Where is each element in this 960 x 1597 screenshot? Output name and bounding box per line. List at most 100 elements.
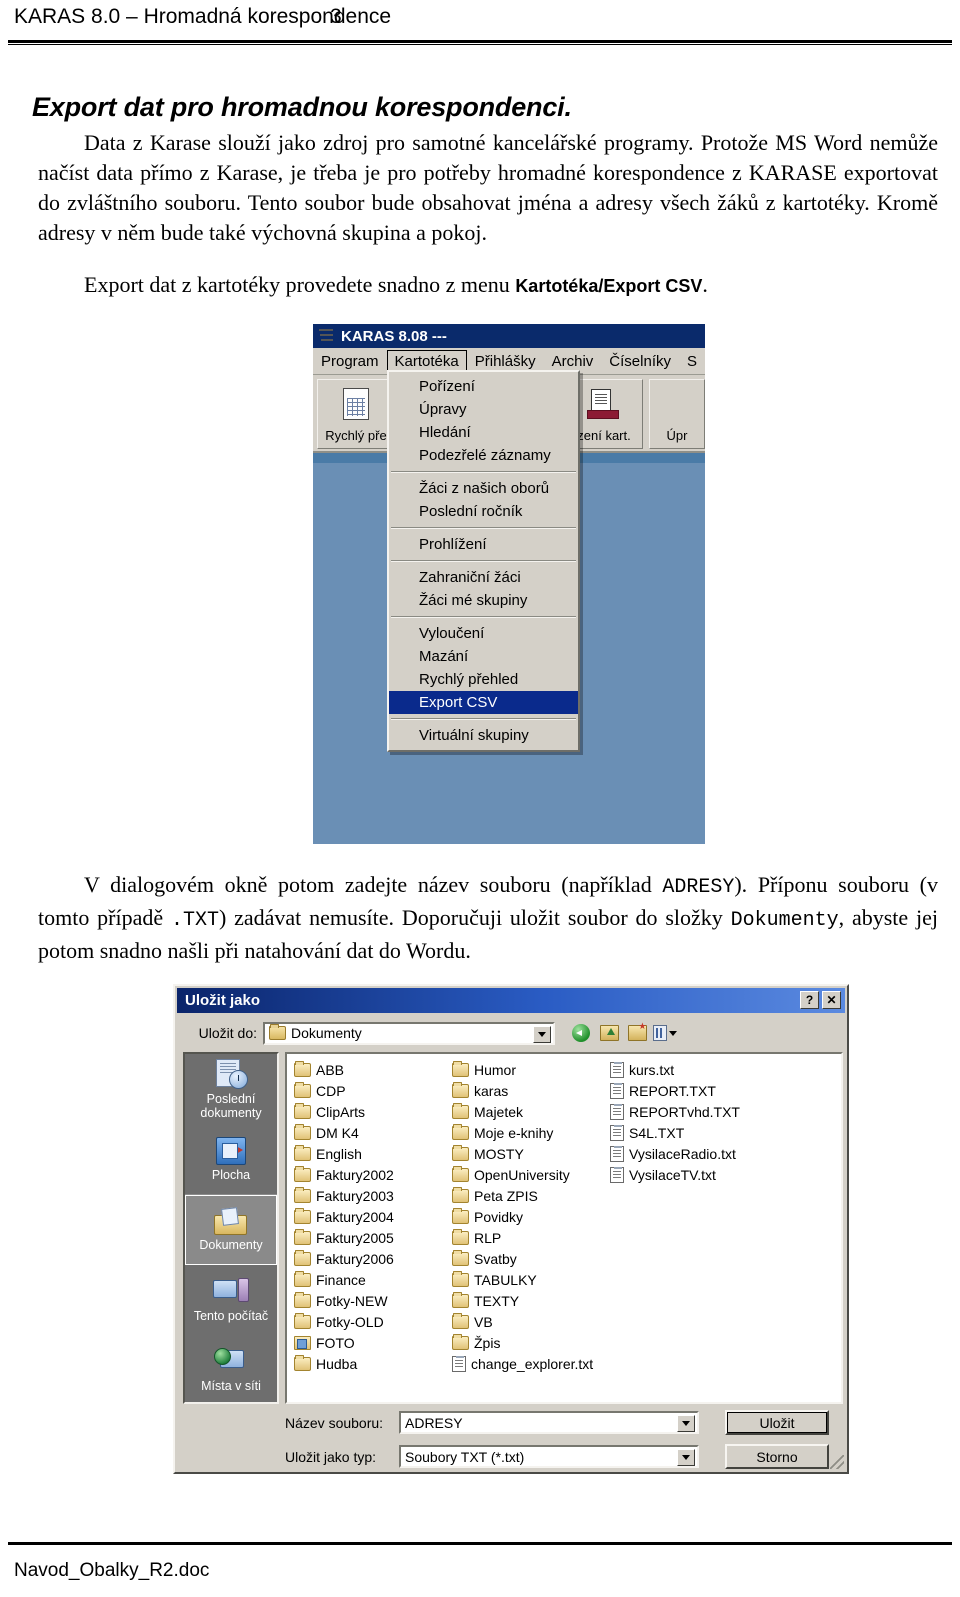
list-item-label: VB: [474, 1313, 493, 1330]
file-list[interactable]: ABB CDP ClipArts DM K4 English Faktury20…: [285, 1052, 843, 1404]
list-item[interactable]: ABB: [290, 1059, 448, 1080]
list-item[interactable]: change_explorer.txt: [448, 1353, 606, 1374]
filetype-select[interactable]: Soubory TXT (*.txt): [399, 1445, 699, 1468]
list-item[interactable]: Faktury2003: [290, 1185, 448, 1206]
dropdown-separator: [391, 616, 576, 618]
list-item-label: Faktury2002: [316, 1166, 394, 1183]
list-item[interactable]: S4L.TXT: [606, 1122, 806, 1143]
folder-icon: [452, 1186, 469, 1203]
desktop-icon: [216, 1136, 246, 1165]
list-item[interactable]: TEXTY: [448, 1290, 606, 1311]
list-item[interactable]: Povidky: [448, 1206, 606, 1227]
list-item[interactable]: Faktury2002: [290, 1164, 448, 1185]
dropdown-item-upravy[interactable]: Úpravy: [389, 398, 578, 421]
close-icon[interactable]: ✕: [822, 991, 841, 1009]
dropdown-item-hledani[interactable]: Hledání: [389, 421, 578, 444]
list-item[interactable]: VysilaceRadio.txt: [606, 1143, 806, 1164]
folder-icon: [294, 1207, 311, 1224]
chevron-down-icon[interactable]: [533, 1025, 551, 1043]
list-item[interactable]: Fotky-NEW: [290, 1290, 448, 1311]
list-item[interactable]: Hudba: [290, 1353, 448, 1374]
place-my-documents[interactable]: Dokumenty: [185, 1195, 277, 1265]
list-item[interactable]: Svatby: [448, 1248, 606, 1269]
list-item[interactable]: FOTO: [290, 1332, 448, 1353]
list-item[interactable]: MOSTY: [448, 1143, 606, 1164]
list-item-label: FOTO: [316, 1334, 355, 1351]
list-item[interactable]: Moje e-knihy: [448, 1122, 606, 1143]
printer-icon: [587, 389, 621, 419]
list-item[interactable]: Humor: [448, 1059, 606, 1080]
help-icon[interactable]: ?: [800, 991, 819, 1009]
place-network[interactable]: Místa v síti: [185, 1335, 277, 1405]
chevron-down-icon[interactable]: [677, 1415, 695, 1432]
text-file-icon: [610, 1061, 624, 1078]
toolbar-button-upravy[interactable]: Úpr: [649, 379, 705, 449]
menu-item-program[interactable]: Program: [313, 350, 387, 373]
list-item[interactable]: Faktury2005: [290, 1227, 448, 1248]
list-item[interactable]: REPORTvhd.TXT: [606, 1101, 806, 1122]
dropdown-item-zahranicni-zaci[interactable]: Zahraniční žáci: [389, 566, 578, 589]
footer-filename: Navod_Obalky_R2.doc: [14, 1560, 210, 1581]
list-item[interactable]: REPORT.TXT: [606, 1080, 806, 1101]
list-item[interactable]: OpenUniversity: [448, 1164, 606, 1185]
my-computer-icon: [213, 1277, 249, 1306]
save-in-label: Uložit do:: [198, 1025, 257, 1041]
save-in-row: Uložit do: Dokumenty: [183, 1020, 843, 1046]
new-folder-icon[interactable]: [625, 1021, 649, 1044]
up-one-level-icon[interactable]: [597, 1022, 621, 1044]
dropdown-item-podezrele-zaznamy[interactable]: Podezřelé záznamy: [389, 444, 578, 467]
text-file-icon: [610, 1166, 624, 1183]
dropdown-item-zaci-z-nasich-oboru[interactable]: Žáci z našich oborů: [389, 477, 578, 500]
dropdown-item-mazani[interactable]: Mazání: [389, 645, 578, 668]
dropdown-item-export-csv[interactable]: Export CSV: [389, 691, 578, 714]
list-item[interactable]: Fotky-OLD: [290, 1311, 448, 1332]
dropdown-item-posledni-rocnik[interactable]: Poslední ročník: [389, 500, 578, 523]
menu-item-s[interactable]: S: [679, 350, 705, 373]
menu-item-ciselniky[interactable]: Číselníky: [601, 350, 679, 373]
list-item[interactable]: kurs.txt: [606, 1059, 806, 1080]
list-item[interactable]: DM K4: [290, 1122, 448, 1143]
filename-input[interactable]: ADRESY: [399, 1411, 699, 1434]
dropdown-item-virtualni-skupiny[interactable]: Virtuální skupiny: [389, 724, 578, 747]
filename-row: Název souboru: ADRESY Uložit: [285, 1410, 843, 1435]
list-item[interactable]: TABULKY: [448, 1269, 606, 1290]
resize-grip[interactable]: [830, 1455, 844, 1469]
toolbar-button-rychly-prehled[interactable]: Rychlý pře: [317, 379, 395, 449]
back-icon[interactable]: [569, 1022, 593, 1044]
list-item[interactable]: VB: [448, 1311, 606, 1332]
place-desktop[interactable]: Plocha: [185, 1124, 277, 1194]
list-item[interactable]: Finance: [290, 1269, 448, 1290]
place-my-computer[interactable]: Tento počítač: [185, 1265, 277, 1335]
chevron-down-icon[interactable]: [677, 1449, 695, 1466]
filetype-value: Soubory TXT (*.txt): [405, 1448, 525, 1465]
cancel-button[interactable]: Storno: [725, 1444, 829, 1469]
list-item[interactable]: Žpis: [448, 1332, 606, 1353]
list-item[interactable]: English: [290, 1143, 448, 1164]
list-item[interactable]: VysilaceTV.txt: [606, 1164, 806, 1185]
list-item[interactable]: Faktury2006: [290, 1248, 448, 1269]
save-in-combo[interactable]: Dokumenty: [263, 1021, 555, 1045]
list-item[interactable]: Peta ZPIS: [448, 1185, 606, 1206]
dropdown-item-prohlizeni[interactable]: Prohlížení: [389, 533, 578, 556]
dropdown-item-rychly-prehled[interactable]: Rychlý přehled: [389, 668, 578, 691]
views-icon[interactable]: [653, 1022, 677, 1044]
folder-icon: [294, 1312, 311, 1329]
list-item[interactable]: karas: [448, 1080, 606, 1101]
dropdown-item-zaci-me-skupiny[interactable]: Žáci mé skupiny: [389, 589, 578, 612]
kartoteka-dropdown-menu[interactable]: Pořízení Úpravy Hledání Podezřelé záznam…: [387, 370, 580, 752]
dialog-title-text: Uložit jako: [185, 992, 261, 1009]
dropdown-separator: [391, 560, 576, 562]
place-recent-documents[interactable]: Poslední dokumenty: [185, 1054, 277, 1124]
save-button[interactable]: Uložit: [725, 1410, 829, 1435]
list-item[interactable]: Faktury2004: [290, 1206, 448, 1227]
list-item-label: karas: [474, 1082, 509, 1099]
list-item[interactable]: ClipArts: [290, 1101, 448, 1122]
list-item[interactable]: RLP: [448, 1227, 606, 1248]
dropdown-item-vylouceni[interactable]: Vyloučení: [389, 622, 578, 645]
folder-icon: [452, 1060, 469, 1077]
list-item[interactable]: Majetek: [448, 1101, 606, 1122]
file-list-column-2: Humor karas Majetek Moje e-knihy MOSTY O…: [448, 1059, 606, 1374]
dropdown-item-porizeni[interactable]: Pořízení: [389, 375, 578, 398]
list-item[interactable]: CDP: [290, 1080, 448, 1101]
network-places-icon: [214, 1347, 248, 1376]
